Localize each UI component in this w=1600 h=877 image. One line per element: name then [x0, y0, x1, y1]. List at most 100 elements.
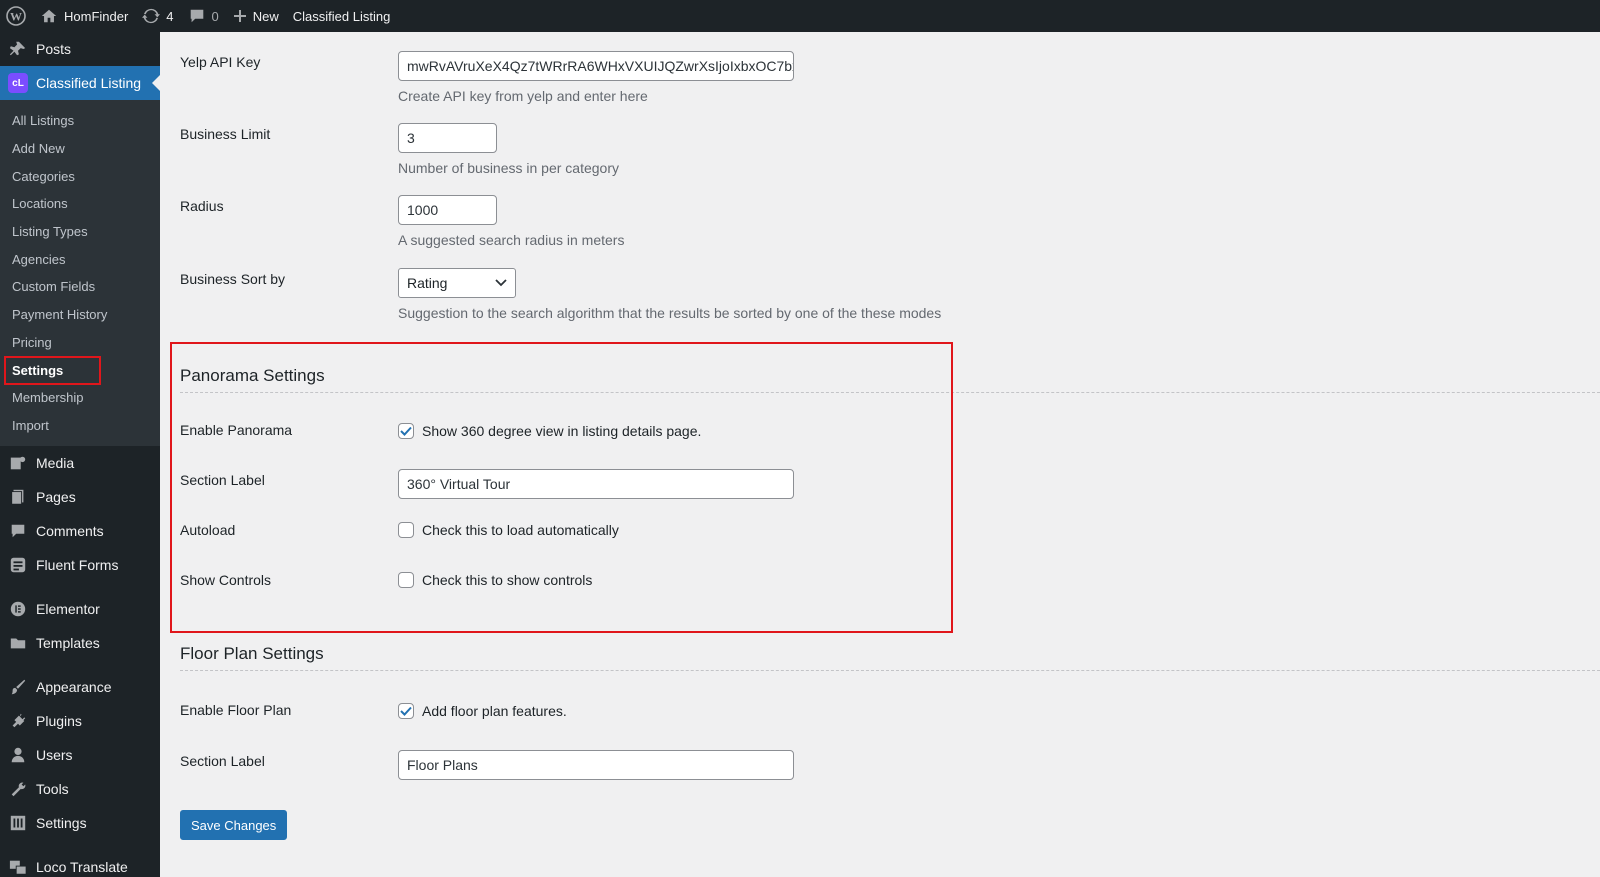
submenu-label: Listing Types	[12, 224, 88, 240]
classified-listing-logo: cL	[8, 73, 28, 93]
menu-appearance[interactable]: Appearance	[0, 670, 160, 704]
submenu-settings[interactable]: Settings	[0, 355, 160, 385]
submenu-label: Categories	[12, 168, 75, 184]
menu-users[interactable]: Users	[0, 738, 160, 772]
business-sort-select[interactable]: Rating	[398, 268, 516, 298]
comments-link[interactable]: 0	[181, 0, 226, 32]
menu-fluent-forms[interactable]: Fluent Forms	[0, 548, 160, 582]
menu-appearance-label: Appearance	[36, 679, 112, 696]
menu-classified-listing[interactable]: cL Classified Listing	[0, 66, 160, 100]
comment-bubble-icon	[190, 9, 203, 23]
classified-listing-link[interactable]: Classified Listing	[286, 0, 398, 32]
user-icon	[8, 745, 28, 765]
updates-link[interactable]: 4	[135, 0, 180, 32]
submenu-label: Add New	[12, 141, 65, 157]
submenu-agencies[interactable]: Agencies	[0, 245, 160, 273]
submenu-custom-fields[interactable]: Custom Fields	[0, 273, 160, 301]
business-sort-label: Business Sort by	[180, 271, 286, 287]
enable-floor-plan-label: Enable Floor Plan	[180, 702, 292, 718]
submenu-listing-types[interactable]: Listing Types	[0, 218, 160, 246]
submenu-membership[interactable]: Membership	[0, 384, 160, 412]
submenu-label: Settings	[3, 355, 102, 385]
site-name: HomFinder	[64, 8, 129, 24]
new-label: New	[252, 8, 279, 24]
menu-users-label: Users	[36, 747, 73, 764]
menu-settings-label: Settings	[36, 815, 87, 832]
submenu-locations[interactable]: Locations	[0, 190, 160, 218]
site-name-link[interactable]: HomFinder	[33, 0, 135, 32]
menu-media-label: Media	[36, 455, 75, 472]
cl-logo-badge: cL	[8, 73, 28, 93]
menu-templates-label: Templates	[36, 635, 100, 652]
enable-floor-plan-text: Add floor plan features.	[422, 703, 567, 719]
translate-icon	[8, 857, 28, 877]
comments-count: 0	[211, 8, 219, 24]
submenu-payment-history[interactable]: Payment History	[0, 301, 160, 329]
radius-description: A suggested search radius in meters	[398, 232, 625, 248]
menu-fluent-forms-label: Fluent Forms	[36, 557, 119, 574]
menu-comments-label: Comments	[36, 523, 104, 540]
new-content-link[interactable]: New	[226, 0, 286, 32]
yelp-api-key-input[interactable]: mwRvAVruXeX4Qz7tWRrRA6WHxVXUIJQZwrXsIjoI…	[398, 51, 794, 81]
menu-tools-label: Tools	[36, 781, 69, 798]
business-limit-description: Number of business in per category	[398, 160, 619, 176]
submenu-add-new[interactable]: Add New	[0, 135, 160, 163]
menu-classified-label: Classified Listing	[36, 75, 142, 91]
save-changes-button[interactable]: Save Changes	[180, 810, 288, 840]
menu-posts-label: Posts	[36, 41, 72, 57]
classified-submenu: All Listings Add New Categories Location…	[0, 100, 160, 447]
svg-text:W: W	[10, 10, 22, 24]
menu-tools[interactable]: Tools	[0, 772, 160, 806]
submenu-label: Pricing	[12, 334, 52, 350]
business-sort-value: Rating	[407, 275, 448, 291]
menu-loco-label: Loco Translate	[36, 859, 128, 876]
menu-plugins-label: Plugins	[36, 713, 82, 730]
menu-pages[interactable]: Pages	[0, 480, 160, 514]
paintbrush-icon	[8, 677, 28, 697]
submenu-pricing[interactable]: Pricing	[0, 329, 160, 357]
submenu-label: Custom Fields	[12, 279, 96, 295]
media-icon	[8, 453, 28, 473]
wordpress-icon: W	[6, 6, 26, 26]
admin-sidebar: Posts cL Classified Listing All Listings…	[0, 32, 160, 877]
menu-posts[interactable]: Posts	[0, 32, 160, 66]
elementor-icon	[8, 599, 28, 619]
submenu-import[interactable]: Import	[0, 412, 160, 440]
submenu-all-listings[interactable]: All Listings	[0, 107, 160, 135]
classified-listing-label: Classified Listing	[292, 8, 391, 24]
enable-floor-plan-row: Add floor plan features.	[398, 703, 567, 719]
updates-count: 4	[166, 8, 174, 24]
wordpress-logo-button[interactable]: W	[0, 0, 33, 32]
pages-icon	[8, 487, 28, 507]
yelp-api-key-description: Create API key from yelp and enter here	[398, 88, 648, 104]
menu-pages-label: Pages	[36, 489, 76, 506]
home-icon	[41, 9, 57, 23]
floor-plan-section-label-input[interactable]: Floor Plans	[398, 750, 794, 780]
plus-icon	[233, 10, 246, 22]
panorama-highlight-box	[170, 342, 953, 633]
admin-bar: W HomFinder 4 0 New Classified Listing	[0, 0, 1600, 32]
radius-label: Radius	[180, 198, 224, 214]
menu-elementor[interactable]: Elementor	[0, 592, 160, 626]
submenu-label: Agencies	[12, 251, 66, 267]
business-limit-input[interactable]: 3	[398, 123, 497, 153]
settings-sliders-icon	[8, 813, 28, 833]
menu-media[interactable]: Media	[0, 446, 160, 480]
submenu-categories[interactable]: Categories	[0, 162, 160, 190]
folder-icon	[8, 633, 28, 653]
menu-comments[interactable]: Comments	[0, 514, 160, 548]
enable-floor-plan-checkbox[interactable]	[398, 703, 414, 719]
comments-icon	[8, 521, 28, 541]
menu-loco-translate[interactable]: Loco Translate	[0, 850, 160, 877]
menu-plugins[interactable]: Plugins	[0, 704, 160, 738]
updates-icon	[142, 8, 161, 24]
floor-plan-divider	[180, 670, 1600, 671]
fluent-forms-icon	[8, 555, 28, 575]
menu-templates[interactable]: Templates	[0, 626, 160, 660]
menu-settings[interactable]: Settings	[0, 806, 160, 840]
submenu-label: All Listings	[12, 113, 75, 129]
radius-input[interactable]: 1000	[398, 195, 497, 225]
pin-icon	[8, 39, 28, 59]
menu-elementor-label: Elementor	[36, 601, 100, 618]
business-sort-description: Suggestion to the search algorithm that …	[398, 305, 942, 321]
